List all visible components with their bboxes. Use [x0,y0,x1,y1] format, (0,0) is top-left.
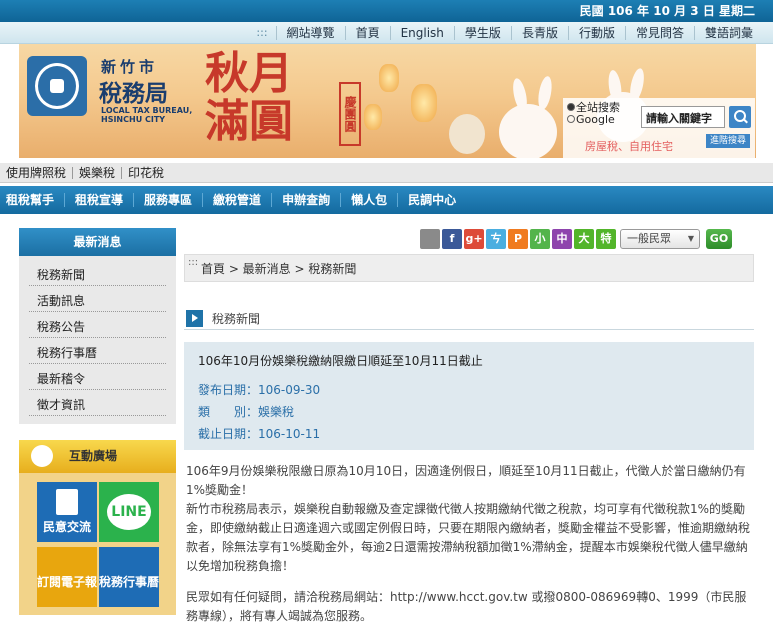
sidebar-item-rulings[interactable]: 最新稽令 [29,364,166,390]
search-options: 全站搜索 Google [567,102,621,126]
sidebar: 最新消息 稅務新聞 活動訊息 稅務公告 稅務行事曆 最新稽令 徵才資訊 [19,228,176,424]
logo-name: 稅務局 [99,81,168,107]
top-nav-home[interactable]: 首頁 [344,25,390,40]
tax-calendar-tile[interactable]: 稅務行事曆 [99,547,159,607]
main-nav: 租稅幫手 租稅宣導 服務專區 繳稅管道 申辦查詢 懶人包 民調中心 [0,186,773,214]
print-icon[interactable] [420,229,440,249]
breadcrumb: ::: 首頁 > 最新消息 > 稅務新聞 [184,254,754,282]
quick-nav-stamp-tax[interactable]: 印花稅 [121,166,170,179]
sidebar-list: 稅務新聞 活動訊息 稅務公告 稅務行事曆 最新稽令 徵才資訊 [19,256,176,424]
advanced-search-button[interactable]: 進階搜尋 [706,134,750,148]
punchline-icon[interactable]: P [508,229,528,249]
section-title: 稅務新聞 [212,312,261,326]
small-font-icon[interactable]: 小 [530,229,550,249]
tile-label: 稅務行事曆 [99,575,160,589]
festival-title: 秋月滿圓 [205,48,293,147]
tile-label: 訂閱電子報 [37,575,98,589]
article-body: 106年9月份娛樂稅限繳日原為10月10日，因適逢例假日，順延至10月11日截止… [186,462,754,626]
lantern-icon [411,84,437,122]
xl-font-icon[interactable]: 特 [596,229,616,249]
article-title: 106年10月份娛樂稅繳納限繳日順延至10月11日截止 [198,354,483,368]
search-box: 全站搜索 Google 請輸入關鍵字 房屋稅、自用住宅 進階搜尋 [563,98,755,158]
lantern-icon [364,104,382,130]
interactive-panel: 互動廣場 民意交流 LINE 訂閱電子報 稅務行事曆 [19,440,176,615]
sidebar-item-jobs[interactable]: 徵才資訊 [29,390,166,416]
main-nav-inquiry[interactable]: 申辦查詢 [271,193,340,207]
logo-icon[interactable] [27,56,87,116]
newsletter-tile[interactable]: 訂閱電子報 [37,547,97,607]
section-header: 稅務新聞 [184,308,754,330]
rabbit-icon [449,114,485,154]
document-icon [56,489,78,515]
article-paragraph: 新竹市稅務局表示，娛樂稅自動報繳及查定課徵代徵人按期繳納代徵之稅款，均可享有代徵… [186,502,751,573]
main-nav-payment[interactable]: 繳稅管道 [202,193,271,207]
quick-nav-amusement-tax[interactable]: 娛樂稅 [72,166,121,179]
tile-label: 民意交流 [42,520,91,534]
festival-stamp: 慶團圓 [339,82,361,146]
top-nav-mobile[interactable]: 行動版 [567,25,625,40]
top-nav-faq[interactable]: 常見問答 [624,25,694,40]
main-nav-tax-helper[interactable]: 租稅幫手 [6,193,64,207]
main-nav-lazy-pack[interactable]: 懶人包 [340,193,397,207]
large-font-icon[interactable]: 大 [574,229,594,249]
facebook-icon[interactable]: f [442,229,462,249]
article-category: 類 別：娛樂稅 [198,405,295,419]
article-info-card: 106年10月份娛樂稅繳納限繳日順延至10月11日截止 發布日期：106-09-… [184,342,754,450]
go-button[interactable]: GO [706,229,732,249]
googleplus-icon[interactable]: g+ [464,229,484,249]
main-nav-service[interactable]: 服務專區 [133,193,202,207]
medium-font-icon[interactable]: 中 [552,229,572,249]
top-nav-accesskey[interactable]: ::: [256,26,267,39]
search-option-google[interactable]: Google [576,113,615,126]
top-nav-student[interactable]: 學生版 [453,25,511,40]
top-nav-glossary[interactable]: 雙語詞彙 [693,25,763,40]
interactive-title: 互動廣場 [69,449,118,463]
audience-select[interactable]: 一般民眾 [620,229,700,249]
public-opinion-tile[interactable]: 民意交流 [37,482,97,542]
radio-google-icon[interactable] [567,115,575,123]
toolbar: fg+ㄘP小中大特一般民眾 GO [420,228,732,250]
sidebar-item-calendar[interactable]: 稅務行事曆 [29,338,166,364]
quick-nav-license-tax[interactable]: 使用牌照稅 [6,167,72,179]
plurk-icon[interactable]: ㄘ [486,229,506,249]
top-nav-senior[interactable]: 長青版 [510,25,568,40]
play-arrow-icon [186,310,203,327]
rabbit-icon [499,104,557,158]
sidebar-item-tax-news[interactable]: 稅務新聞 [29,260,166,286]
breadcrumb-accesskey[interactable]: ::: [188,249,198,277]
top-nav: ::: 網站導覽 首頁 English 學生版 長青版 行動版 常見問答 雙語詞… [0,22,773,44]
article-paragraph: 民眾如有任何疑問，請洽稅務局網站：http://www.hcct.gov.tw … [186,590,747,623]
top-nav-sitemap[interactable]: 網站導覽 [275,25,345,40]
radio-all-icon[interactable] [567,103,575,111]
lantern-icon [379,64,399,92]
top-nav-english[interactable]: English [389,25,454,40]
line-tile[interactable]: LINE [99,482,159,542]
deadline-date: 截止日期：106-10-11 [198,427,321,441]
article-paragraph: 106年9月份娛樂稅限繳日原為10月10日，因適逢例假日，順延至10月11日截止… [186,464,746,497]
hot-keywords[interactable]: 房屋稅、自用住宅 [585,138,673,154]
search-icon[interactable] [729,106,751,128]
sidebar-item-announcements[interactable]: 稅務公告 [29,312,166,338]
line-icon: LINE [107,494,151,530]
main-nav-promotion[interactable]: 租稅宣導 [64,193,133,207]
breadcrumb-text[interactable]: 首頁 > 最新消息 > 稅務新聞 [201,262,356,276]
date-bar: 民國 106 年 10 月 3 日 星期二 [0,0,773,22]
main-nav-survey[interactable]: 民調中心 [397,193,466,207]
logo-english: LOCAL TAX BUREAU, HSINCHU CITY [101,106,193,124]
publish-date: 發布日期：106-09-30 [198,383,321,397]
interactive-header: 互動廣場 [19,440,176,473]
sidebar-title: 最新消息 [19,228,176,256]
quick-nav: 使用牌照稅 娛樂稅 印花稅 [0,163,773,183]
people-icon [31,445,53,467]
sidebar-item-events[interactable]: 活動訊息 [29,286,166,312]
search-input[interactable]: 請輸入關鍵字 [641,106,725,128]
